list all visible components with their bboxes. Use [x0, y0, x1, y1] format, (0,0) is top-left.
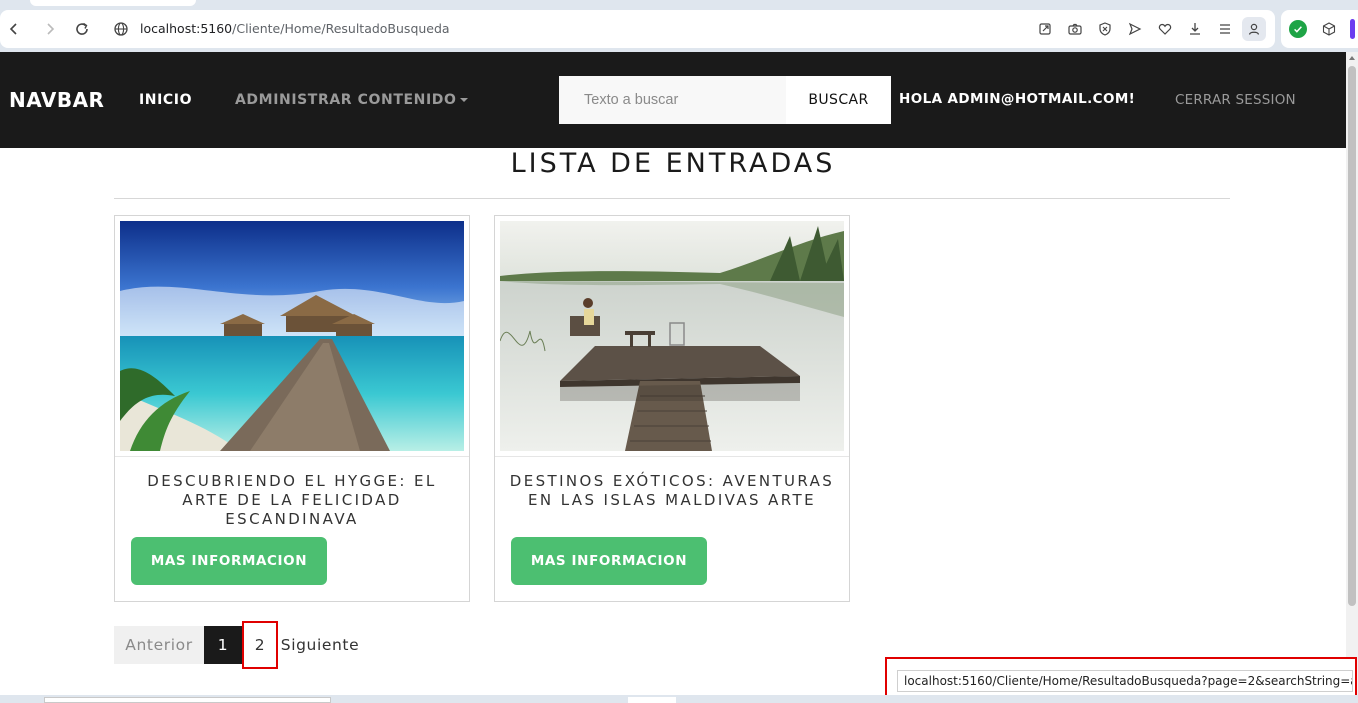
card-separator	[495, 456, 849, 457]
bottom-window-edge	[44, 697, 331, 703]
camera-icon[interactable]	[1066, 10, 1084, 48]
card-title: DESCUBRIENDO EL HYGGE: EL ARTE DE LA FEL…	[147, 472, 437, 528]
cube-icon[interactable]	[1321, 10, 1337, 48]
profile-icon[interactable]	[1242, 17, 1266, 41]
navbar-brand[interactable]: NAVBAR	[9, 88, 104, 112]
caret-down-icon	[460, 98, 469, 102]
shield-icon[interactable]	[1096, 10, 1114, 48]
page-scrollbar[interactable]	[1346, 52, 1358, 695]
send-icon[interactable]	[1126, 10, 1144, 48]
nav-dropdown-administrar[interactable]: ADMINISTRAR CONTENIDO	[235, 92, 469, 108]
site-info-globe-icon[interactable]	[111, 10, 131, 48]
card-image-lake-dock[interactable]	[500, 221, 844, 451]
share-icon[interactable]	[1036, 10, 1054, 48]
nav-dropdown-label: ADMINISTRAR CONTENIDO	[235, 92, 457, 108]
pagination-next[interactable]: Siguiente	[278, 626, 362, 664]
pagination-prev[interactable]: Anterior	[114, 626, 204, 664]
pagination-page-1[interactable]: 1	[204, 626, 242, 664]
url-host: localhost:5160	[140, 21, 233, 36]
user-greeting[interactable]: HOLA ADMIN@HOTMAIL.COM!	[899, 91, 1135, 107]
nav-link-inicio[interactable]: INICIO	[139, 92, 192, 108]
bottom-edge	[0, 695, 1358, 703]
bottom-window-edge	[628, 697, 676, 703]
url-path: /Cliente/Home/ResultadoBusqueda	[232, 21, 450, 36]
logout-link[interactable]: CERRAR SESSION	[1175, 92, 1296, 108]
reload-icon[interactable]	[72, 10, 92, 48]
extensions-bar	[1281, 10, 1358, 48]
entry-card: DESTINOS EXÓTICOS: AVENTURAS EN LAS ISLA…	[494, 215, 850, 602]
active-tab[interactable]	[30, 0, 196, 6]
forward-icon[interactable]	[40, 10, 60, 48]
pagination-page-2[interactable]: 2	[242, 621, 278, 669]
side-panel-indicator	[1350, 19, 1355, 39]
heart-icon[interactable]	[1156, 10, 1174, 48]
browser-tab-strip	[0, 0, 1358, 10]
site-navbar: NAVBAR INICIO ADMINISTRAR CONTENIDO BUSC…	[0, 52, 1346, 148]
pagination: Anterior 1 2 Siguiente	[114, 621, 362, 669]
menu-lines-icon[interactable]	[1216, 10, 1234, 48]
search-input[interactable]	[559, 76, 786, 124]
card-image-maldives-walkway[interactable]	[120, 221, 464, 451]
more-info-button[interactable]: MAS INFORMACION	[131, 537, 327, 585]
more-info-button[interactable]: MAS INFORMACION	[511, 537, 707, 585]
address-bar[interactable]: localhost:5160/Cliente/Home/ResultadoBus…	[140, 10, 450, 48]
page-title: LISTA DE ENTRADAS	[510, 148, 836, 179]
entry-card: DESCUBRIENDO EL HYGGE: EL ARTE DE LA FEL…	[114, 215, 470, 602]
card-title: DESTINOS EXÓTICOS: AVENTURAS EN LAS ISLA…	[509, 472, 835, 509]
download-icon[interactable]	[1186, 10, 1204, 48]
back-icon[interactable]	[4, 10, 24, 48]
scroll-up-arrow-icon[interactable]	[1349, 56, 1355, 60]
page-viewport: NAVBAR INICIO ADMINISTRAR CONTENIDO BUSC…	[0, 52, 1346, 695]
scrollbar-thumb[interactable]	[1348, 66, 1356, 606]
search-button[interactable]: BUSCAR	[786, 76, 891, 124]
card-separator	[115, 456, 469, 457]
browser-toolbar: localhost:5160/Cliente/Home/ResultadoBus…	[0, 10, 1275, 48]
check-icon[interactable]	[1289, 20, 1307, 38]
title-divider	[114, 198, 1230, 199]
status-url: localhost:5160/Cliente/Home/ResultadoBus…	[897, 670, 1353, 692]
